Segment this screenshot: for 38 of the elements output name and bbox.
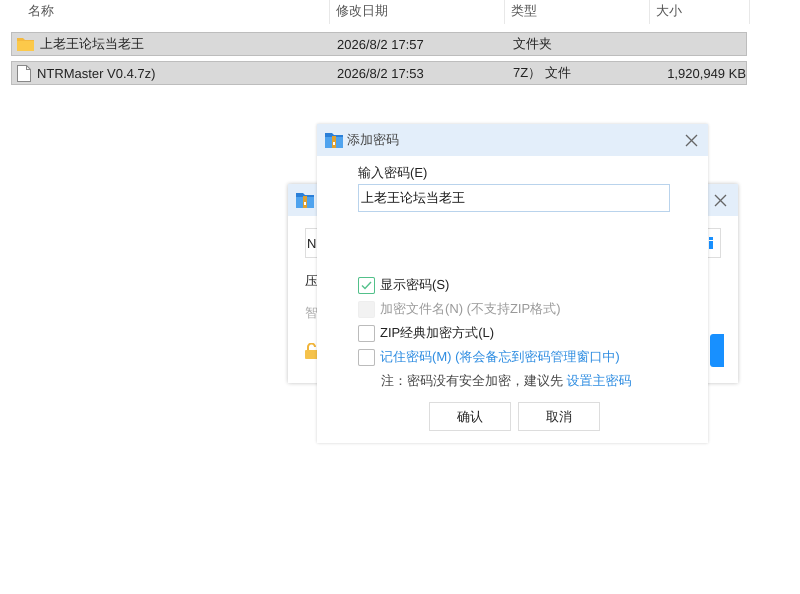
close-icon[interactable] <box>685 134 698 146</box>
dialog-button[interactable]: 确认 <box>429 402 511 431</box>
modified-date: 2026/8/2 17:57 <box>336 36 425 52</box>
file-icon <box>17 64 31 82</box>
password-field[interactable]: 上老王论坛当老王 <box>358 184 670 212</box>
field-label: 输入密码(E) <box>358 164 428 182</box>
column-header[interactable]: 类型 <box>505 0 650 24</box>
option-label: ZIP经典加密方式(L) <box>380 324 494 342</box>
column-header[interactable]: 名称 <box>8 0 330 24</box>
file-row[interactable]: 上老王论坛当老王 2026/8/2 17:57 文件夹 <box>11 32 747 56</box>
option-label: 显示密码(S) <box>380 276 450 294</box>
dialog-button[interactable]: 取消 <box>518 402 600 431</box>
file-name: NTRMaster V0.4.7z) <box>37 66 156 80</box>
note-text: 注：密码没有安全加密，建议先 设置主密码 <box>381 372 633 390</box>
lock-icon <box>305 342 318 358</box>
label: 智 <box>305 304 318 322</box>
column-header[interactable]: 修改日期 <box>330 0 505 24</box>
check-icon <box>361 280 372 290</box>
master-password-link[interactable]: 设置主密码 <box>566 373 632 388</box>
label: 压 <box>305 272 318 290</box>
option-label: 加密文件名(N) (不支持ZIP格式) <box>380 300 561 318</box>
checkbox[interactable] <box>358 324 375 342</box>
checkbox[interactable] <box>358 276 375 294</box>
file-size: 1,920,949 KB <box>667 66 746 80</box>
checkbox[interactable] <box>358 348 375 366</box>
archive-icon <box>296 192 314 208</box>
file-name: 上老王论坛当老王 <box>40 35 144 53</box>
archive-icon <box>325 132 343 148</box>
dialog-title: 添加密码 <box>347 131 400 149</box>
file-type: 文件夹 <box>512 35 553 53</box>
folder-icon <box>17 37 34 51</box>
info-icon[interactable] <box>708 237 714 249</box>
option-link[interactable]: 记住密码(M) (将会备忘到密码管理窗口中) <box>380 348 620 366</box>
file-type: 7Z） 文件 <box>512 64 572 82</box>
column-header[interactable]: 大小 <box>650 0 750 24</box>
file-row[interactable]: NTRMaster V0.4.7z) 2026/8/2 17:53 7Z） 文件 1,920,949 KB <box>11 61 747 85</box>
close-icon[interactable] <box>714 194 727 206</box>
modified-date: 2026/8/2 17:53 <box>336 66 425 80</box>
